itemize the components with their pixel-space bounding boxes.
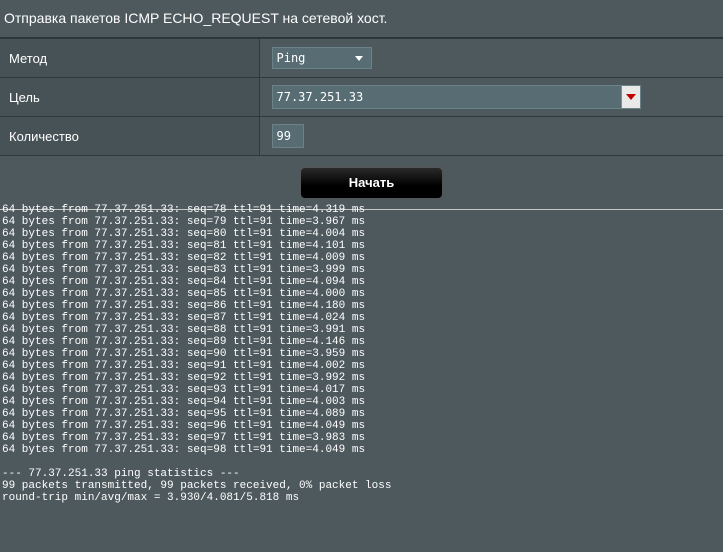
- output-line: 64 bytes from 77.37.251.33: seq=78 ttl=9…: [2, 204, 366, 216]
- page-header: Отправка пакетов ICMP ECHO_REQUEST на се…: [0, 0, 723, 38]
- method-row: Метод Ping: [0, 38, 723, 78]
- output-line: 64 bytes from 77.37.251.33: seq=79 ttl=9…: [2, 216, 366, 228]
- output-line: 64 bytes from 77.37.251.33: seq=88 ttl=9…: [2, 324, 366, 336]
- output-line: 64 bytes from 77.37.251.33: seq=83 ttl=9…: [2, 264, 366, 276]
- page-title: Отправка пакетов ICMP ECHO_REQUEST на се…: [4, 10, 388, 26]
- output-line: 64 bytes from 77.37.251.33: seq=84 ttl=9…: [2, 276, 366, 288]
- output-line: 64 bytes from 77.37.251.33: seq=81 ttl=9…: [2, 240, 366, 252]
- output-line: 64 bytes from 77.37.251.33: seq=90 ttl=9…: [2, 348, 366, 360]
- target-label: Цель: [0, 77, 260, 117]
- output-line: --- 77.37.251.33 ping statistics ---: [2, 468, 240, 480]
- target-row: Цель 77.37.251.33: [0, 77, 723, 117]
- output-line: 64 bytes from 77.37.251.33: seq=82 ttl=9…: [2, 252, 366, 264]
- output-line: 64 bytes from 77.37.251.33: seq=93 ttl=9…: [2, 384, 366, 396]
- output-line: 64 bytes from 77.37.251.33: seq=89 ttl=9…: [2, 336, 366, 348]
- output-line: 64 bytes from 77.37.251.33: seq=85 ttl=9…: [2, 288, 366, 300]
- ping-output-console[interactable]: 64 bytes from 77.37.251.33: seq=78 ttl=9…: [0, 204, 723, 552]
- dropdown-arrow-icon: [625, 94, 636, 100]
- output-line: 99 packets transmitted, 99 packets recei…: [2, 480, 392, 492]
- method-label: Метод: [0, 38, 260, 78]
- output-line: 64 bytes from 77.37.251.33: seq=86 ttl=9…: [2, 300, 366, 312]
- method-select[interactable]: Ping: [271, 47, 372, 69]
- output-line: 64 bytes from 77.37.251.33: seq=96 ttl=9…: [2, 420, 366, 432]
- output-line: 64 bytes from 77.37.251.33: seq=87 ttl=9…: [2, 312, 366, 324]
- output-line: 64 bytes from 77.37.251.33: seq=80 ttl=9…: [2, 228, 366, 240]
- target-input-value: 77.37.251.33: [276, 90, 364, 104]
- output-line: 64 bytes from 77.37.251.33: seq=91 ttl=9…: [2, 360, 366, 372]
- ping-settings-form: Метод Ping Цель 77.37.251.33 Количество …: [0, 38, 723, 156]
- count-label: Количество: [0, 116, 260, 156]
- output-line: 64 bytes from 77.37.251.33: seq=97 ttl=9…: [2, 432, 366, 444]
- output-line: 64 bytes from 77.37.251.33: seq=94 ttl=9…: [2, 396, 366, 408]
- method-select-value: Ping: [276, 51, 306, 65]
- action-bar: Начать: [0, 156, 723, 210]
- start-button[interactable]: Начать: [300, 167, 443, 199]
- output-line: 64 bytes from 77.37.251.33: seq=98 ttl=9…: [2, 444, 366, 456]
- chevron-down-icon: [354, 56, 363, 61]
- output-line: 64 bytes from 77.37.251.33: seq=92 ttl=9…: [2, 372, 366, 384]
- target-input[interactable]: 77.37.251.33: [271, 85, 641, 109]
- output-line: 64 bytes from 77.37.251.33: seq=95 ttl=9…: [2, 408, 366, 420]
- count-input[interactable]: 99: [271, 124, 304, 148]
- target-dropdown-button[interactable]: [620, 86, 640, 108]
- ping-output-text: 64 bytes from 77.37.251.33: seq=78 ttl=9…: [0, 204, 723, 504]
- output-line: round-trip min/avg/max = 3.930/4.081/5.8…: [2, 492, 300, 504]
- count-row: Количество 99: [0, 116, 723, 156]
